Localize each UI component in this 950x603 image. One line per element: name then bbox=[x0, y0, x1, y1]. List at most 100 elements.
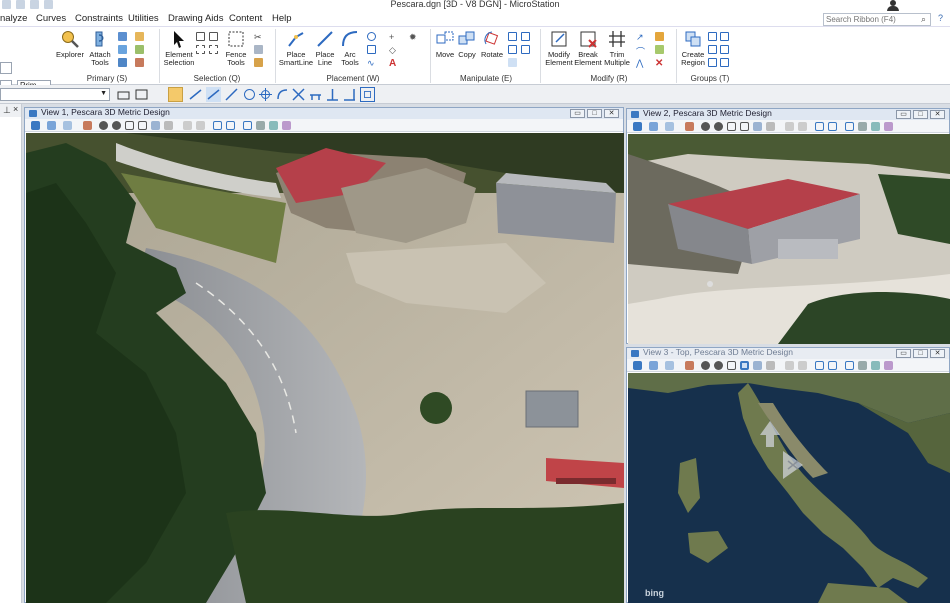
pan-view-icon[interactable] bbox=[766, 122, 775, 131]
copy-clip-icon[interactable] bbox=[254, 45, 263, 54]
view-attributes-icon[interactable] bbox=[31, 121, 40, 130]
clip-mask-icon[interactable] bbox=[243, 121, 252, 130]
clip-mask-icon[interactable] bbox=[845, 361, 854, 370]
minimize-button[interactable]: ▭ bbox=[570, 109, 585, 118]
zoom-in-icon[interactable] bbox=[701, 122, 710, 131]
tab-constraints[interactable]: Constraints bbox=[75, 13, 123, 24]
view-1-reality-mesh[interactable] bbox=[26, 133, 624, 603]
rotate-view-icon[interactable] bbox=[151, 121, 160, 130]
rotate-button[interactable]: Rotate bbox=[479, 29, 505, 59]
attach-tools-button[interactable]: Attach Tools bbox=[86, 29, 114, 67]
tab-utilities[interactable]: Utilities bbox=[128, 13, 159, 24]
mirror-icon[interactable] bbox=[521, 32, 530, 41]
view-1-window[interactable]: View 1, Pescara 3D Metric Design ▭ □ ✕ bbox=[24, 107, 624, 603]
pan-view-icon[interactable] bbox=[766, 361, 775, 370]
lock-icon[interactable] bbox=[708, 58, 717, 67]
chamfer-icon[interactable]: ⋀ bbox=[636, 58, 645, 68]
window-area-icon[interactable] bbox=[125, 121, 134, 130]
place-smartline-button[interactable]: Place SmartLine bbox=[278, 29, 314, 67]
help-icon[interactable]: ? bbox=[938, 13, 948, 25]
place-line-button[interactable]: Place Line bbox=[313, 29, 337, 67]
tab-drawing-aids[interactable]: Drawing Aids bbox=[168, 13, 223, 24]
view-3-window[interactable]: View 3 - Top, Pescara 3D Metric Design ▭… bbox=[626, 347, 950, 603]
circle-icon[interactable] bbox=[367, 32, 376, 41]
snap-tangent-icon[interactable] bbox=[275, 87, 290, 102]
scale-icon[interactable] bbox=[508, 32, 517, 41]
note-icon[interactable]: ✹ bbox=[409, 32, 418, 42]
view-next-icon[interactable] bbox=[798, 122, 807, 131]
group-icon[interactable] bbox=[708, 32, 717, 41]
view-rotation-icon[interactable] bbox=[884, 122, 893, 131]
named-group-icon[interactable] bbox=[708, 45, 717, 54]
minimize-button[interactable]: ▭ bbox=[896, 349, 911, 358]
render-icon[interactable] bbox=[871, 122, 880, 131]
view-attributes-icon[interactable] bbox=[633, 361, 642, 370]
curve-icon[interactable]: ∿ bbox=[367, 58, 376, 68]
pan-view-icon[interactable] bbox=[164, 121, 173, 130]
align-icon[interactable] bbox=[521, 45, 530, 54]
select-by-attr-icon[interactable] bbox=[209, 45, 218, 54]
copy-view-icon[interactable] bbox=[815, 361, 824, 370]
zoom-out-icon[interactable] bbox=[714, 361, 723, 370]
view-settings-icon[interactable] bbox=[665, 361, 674, 370]
delete-icon[interactable]: ✕ bbox=[655, 58, 664, 69]
materials-icon[interactable] bbox=[135, 45, 144, 54]
camera-icon[interactable] bbox=[858, 361, 867, 370]
copy-button[interactable]: Copy bbox=[456, 29, 478, 59]
create-region-button[interactable]: Create Region bbox=[680, 29, 706, 67]
zoom-out-icon[interactable] bbox=[714, 122, 723, 131]
view-previous-icon[interactable] bbox=[785, 122, 794, 131]
maximize-button[interactable]: □ bbox=[587, 109, 602, 118]
snap-multi-icon[interactable] bbox=[360, 87, 375, 102]
graphic-group-icon[interactable] bbox=[720, 45, 729, 54]
rotate-view-icon[interactable] bbox=[753, 361, 762, 370]
tab-help[interactable]: Help bbox=[272, 13, 292, 24]
render-icon[interactable] bbox=[269, 121, 278, 130]
snap-center-icon[interactable] bbox=[242, 87, 257, 102]
level-icon[interactable] bbox=[118, 32, 127, 41]
explorer-button[interactable]: Explorer bbox=[56, 29, 84, 59]
fillet-icon[interactable]: ⌒ bbox=[636, 45, 645, 57]
break-element-button[interactable]: Break Element bbox=[574, 29, 602, 67]
left-combo[interactable] bbox=[0, 62, 12, 74]
search-ribbon-input[interactable] bbox=[823, 13, 931, 26]
view-rotation-icon[interactable] bbox=[282, 121, 291, 130]
view-settings-icon[interactable] bbox=[63, 121, 72, 130]
tool-settings-icon[interactable] bbox=[134, 87, 149, 102]
toolbox-icon[interactable] bbox=[116, 87, 131, 102]
view-previous-icon[interactable] bbox=[183, 121, 192, 130]
zoom-out-icon[interactable] bbox=[112, 121, 121, 130]
fence-tools-button[interactable]: Fence Tools bbox=[222, 29, 250, 67]
close-button[interactable]: ✕ bbox=[930, 349, 945, 358]
view-rotation-icon[interactable] bbox=[884, 361, 893, 370]
search-icon[interactable]: ⌕ bbox=[921, 14, 926, 25]
minimize-button[interactable]: ▭ bbox=[896, 110, 911, 119]
copy-view-icon[interactable] bbox=[213, 121, 222, 130]
close-icon[interactable]: × bbox=[13, 104, 18, 114]
select-none-icon[interactable] bbox=[209, 32, 218, 41]
cut-icon[interactable]: ✂ bbox=[254, 32, 263, 42]
window-area-icon[interactable] bbox=[727, 361, 736, 370]
tab-content[interactable]: Content bbox=[229, 13, 262, 24]
invert-selection-icon[interactable] bbox=[196, 45, 205, 54]
view-2-reality-mesh[interactable] bbox=[628, 134, 950, 344]
window-area-icon[interactable] bbox=[727, 122, 736, 131]
display-style-icon[interactable] bbox=[649, 122, 658, 131]
close-button[interactable]: ✕ bbox=[604, 109, 619, 118]
display-icon[interactable] bbox=[118, 45, 127, 54]
view-next-icon[interactable] bbox=[798, 361, 807, 370]
display-style-icon[interactable] bbox=[649, 361, 658, 370]
camera-icon[interactable] bbox=[858, 122, 867, 131]
fit-view-icon[interactable] bbox=[740, 122, 749, 131]
clip-volume-icon[interactable] bbox=[226, 121, 235, 130]
view-attributes-icon[interactable] bbox=[633, 122, 642, 131]
accudraw-icon[interactable] bbox=[168, 87, 183, 102]
stretch-icon[interactable] bbox=[508, 58, 517, 67]
render-icon[interactable] bbox=[871, 361, 880, 370]
view-previous-icon[interactable] bbox=[785, 361, 794, 370]
display-style-icon[interactable] bbox=[47, 121, 56, 130]
arc-tools-button[interactable]: Arc Tools bbox=[338, 29, 362, 67]
rotate-view-icon[interactable] bbox=[753, 122, 762, 131]
move-button[interactable]: Move bbox=[434, 29, 456, 59]
text-icon[interactable]: A bbox=[389, 58, 398, 69]
